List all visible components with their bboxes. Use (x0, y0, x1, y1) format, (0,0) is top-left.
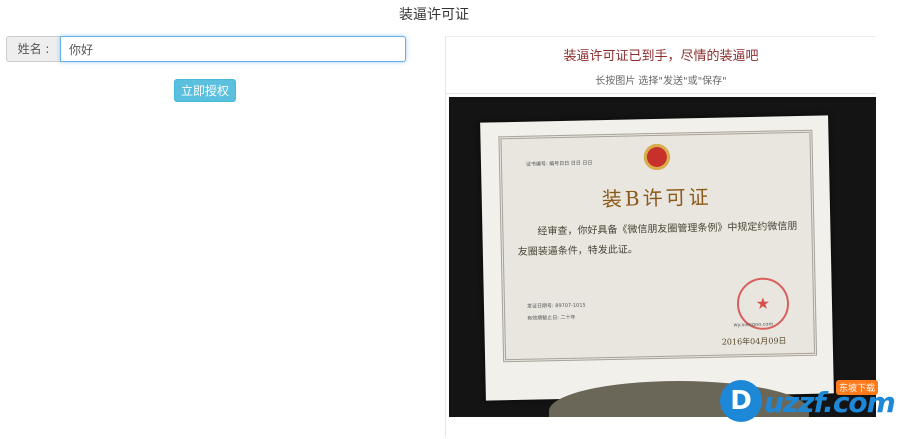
certificate-title: 装B许可证 (601, 184, 712, 212)
certificate-url: wy.xieegoo.com (733, 321, 774, 329)
certificate-meta-line: 发证日期号: 89707-1015 (526, 302, 586, 310)
certificate-body: 经审查，你好具备《微信朋友圈管理条例》中规定约微信朋友圈装逼条件，特发此证。 (517, 221, 798, 258)
certificate-paper: 证书编号: 编号日日 日日 日日 装B许可证 经审查，你好具备《微信朋友圈管理条… (480, 115, 834, 401)
certificate-meta-line: 有效期截止日: 二十年 (527, 314, 576, 322)
divider (446, 93, 876, 94)
page-title: 装逼许可证 (399, 7, 469, 23)
certificate-frame: 证书编号: 编号日日 日日 日日 装B许可证 经审查，你好具备《微信朋友圈管理条… (498, 129, 818, 363)
authorize-button[interactable]: 立即授权 (174, 79, 236, 102)
result-panel: 装逼许可证已到手，尽情的装逼吧 长按图片 选择"发送"或"保存" 证书编号: 编… (445, 36, 876, 437)
result-header: 装逼许可证已到手，尽情的装逼吧 (563, 49, 759, 64)
name-input-group: 姓名 : (6, 36, 406, 62)
watermark-badge: 东坡下载 (836, 380, 879, 395)
certificate-number: 证书编号: 编号日日 日日 日日 (525, 160, 593, 168)
watermark-logo-icon: D (720, 380, 762, 422)
name-label: 姓名 : (6, 36, 60, 62)
name-input[interactable] (60, 36, 406, 62)
result-hint: 长按图片 选择"发送"或"保存" (595, 76, 727, 87)
site-watermark: D uzzf.com 东坡下载 (716, 378, 896, 428)
page: 装逼许可证 姓名 : 立即授权 装逼许可证已到手，尽情的装逼吧 长按图片 选择"… (0, 0, 900, 439)
certificate-meta: 发证日期号: 89707-1015 有效期截止日: 二十年 (527, 300, 586, 325)
certificate-image[interactable]: 证书编号: 编号日日 日日 日日 装B许可证 经审查，你好具备《微信朋友圈管理条… (449, 97, 876, 417)
national-emblem-icon (643, 143, 671, 171)
certificate-date: 2016年04月09日 (721, 336, 787, 347)
